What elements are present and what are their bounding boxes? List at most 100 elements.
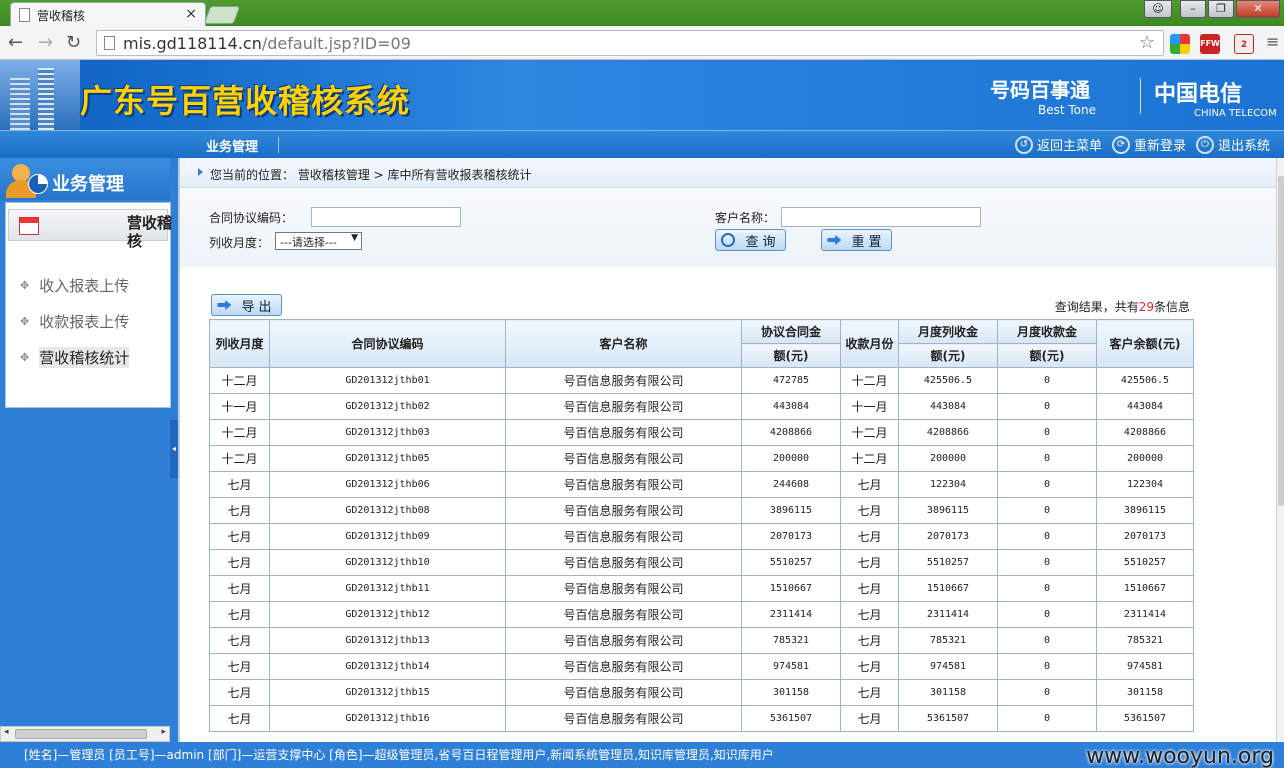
sidebar-hscrollbar[interactable]: ◂ ▸ (0, 726, 170, 742)
table-cell: 七月 (840, 549, 899, 576)
sidebar-panel-header[interactable]: 营收稽核 (8, 209, 172, 250)
table-cell: GD201312jthb15 (269, 679, 506, 706)
main-vscrollbar[interactable] (1276, 158, 1284, 742)
user-icon[interactable]: ☺ (1144, 0, 1172, 18)
col-amount-bottom: 额(元) (741, 343, 841, 368)
table-cell: 号百信息服务有限公司 (505, 549, 742, 576)
table-cell: 5510257 (741, 549, 841, 576)
result-count: 29 (1138, 300, 1154, 314)
sidebar-item-income-upload[interactable]: ✥ 收入报表上传 (20, 275, 129, 296)
menu-business[interactable]: 业务管理 (206, 136, 258, 155)
table-cell: 0 (997, 497, 1097, 524)
menu-icon[interactable]: ≡ (1266, 32, 1279, 51)
besttone-en: Best Tone (1038, 103, 1097, 117)
table-cell: 十二月 (209, 419, 270, 446)
table-cell: 0 (997, 393, 1097, 420)
china-telecom-logo: 中国电信 CHINA TELECOM (1154, 76, 1277, 119)
browser-tab[interactable]: 营收稽核 × (10, 2, 206, 26)
back-arrow-icon[interactable]: ← (8, 32, 23, 53)
reset-button[interactable]: 重置 (821, 229, 892, 251)
table-cell: 号百信息服务有限公司 (505, 653, 742, 680)
forward-arrow-icon[interactable]: → (38, 32, 53, 53)
query-button[interactable]: 查询 (715, 229, 786, 251)
scroll-thumb[interactable] (1278, 176, 1284, 506)
table-cell: 200000 (898, 445, 998, 472)
table-cell: GD201312jthb14 (269, 653, 506, 680)
table-cell: 5510257 (1096, 549, 1194, 576)
scroll-thumb[interactable] (15, 729, 147, 739)
table-cell: GD201312jthb16 (269, 705, 506, 732)
table-cell: 号百信息服务有限公司 (505, 445, 742, 472)
relogin-icon: ⟳ (1111, 135, 1130, 154)
page-icon (104, 36, 115, 50)
table-cell: 2070173 (741, 523, 841, 550)
table-row: 十二月 GD201312jthb01 号百信息服务有限公司 472785 十二月 4255… (209, 367, 1194, 394)
table-cell: GD201312jthb13 (269, 627, 506, 654)
table-cell: GD201312jthb03 (269, 419, 506, 446)
reload-icon[interactable]: ↻ (66, 32, 81, 53)
table-cell: 号百信息服务有限公司 (505, 679, 742, 706)
contract-label: 合同协议编码： (209, 211, 294, 225)
export-button[interactable]: 导出 (211, 294, 282, 316)
extension-icon[interactable] (1170, 34, 1190, 54)
new-tab-button[interactable] (203, 6, 241, 24)
system-title: 广东号百营收稽核系统 (80, 82, 411, 120)
tab-close-icon[interactable]: × (185, 6, 197, 22)
extension-badge: 2 (1240, 40, 1248, 50)
sidebar-item-audit-stats[interactable]: ✥ 营收稽核统计 (20, 347, 130, 368)
table-cell: GD201312jthb12 (269, 601, 506, 628)
customer-input[interactable] (781, 207, 981, 227)
building-graphic (0, 60, 80, 130)
sidebar-collapse-handle[interactable]: ◂ (170, 420, 178, 478)
table-cell: 0 (997, 523, 1097, 550)
col-recv-top: 月度列收金 (898, 319, 998, 344)
table-cell: 七月 (209, 523, 270, 550)
table-cell: GD201312jthb08 (269, 497, 506, 524)
logo-divider (1140, 78, 1141, 114)
sidebar-panel: 营收稽核 ✥ 收入报表上传 ✥ 收款报表上传 ✥ 营收稽核统计 (5, 202, 172, 408)
table-cell: 443084 (898, 393, 998, 420)
browser-titlebar: 营收稽核 × ☺ – ❐ ✕ (0, 0, 1284, 26)
table-cell: GD201312jthb05 (269, 445, 506, 472)
scroll-right-icon[interactable]: ▸ (161, 727, 166, 737)
table-cell: 443084 (741, 393, 841, 420)
table-cell: 785321 (741, 627, 841, 654)
table-cell: 3896115 (898, 497, 998, 524)
table-row: 七月 GD201312jthb15 号百信息服务有限公司 301158 七月 301158… (209, 679, 1194, 706)
table-cell: 号百信息服务有限公司 (505, 393, 742, 420)
table-cell: 十二月 (840, 367, 899, 394)
bookmark-star-icon[interactable]: ☆ (1139, 32, 1155, 53)
calendar-icon (19, 217, 39, 235)
col-amount-top: 协议合同金 (741, 319, 841, 344)
month-select[interactable]: ---请选择--- ▼ (275, 232, 362, 250)
pie-chart-icon (28, 174, 48, 194)
extension-badge-icon[interactable]: 2 (1234, 34, 1254, 54)
back-to-main-link[interactable]: ↺ 返回主菜单 (1014, 135, 1102, 154)
top-links: ↺ 返回主菜单 ⟳ 重新登录 ⏻ 退出系统 (1014, 135, 1270, 154)
table-cell: 七月 (209, 627, 270, 654)
maximize-button[interactable]: ❐ (1208, 0, 1234, 18)
col-paid-bottom: 额(元) (997, 343, 1097, 368)
home-icon: ↺ (1014, 135, 1033, 154)
bullet-icon: ✥ (20, 351, 30, 364)
status-bar: [姓名]—管理员 [员工号]—admin [部门]—运营支撑中心 [角色]—超级… (0, 742, 1284, 769)
ffw-extension-icon[interactable]: FFW (1200, 34, 1220, 54)
close-window-button[interactable]: ✕ (1236, 0, 1280, 18)
bullet-icon: ✥ (20, 279, 30, 292)
table-cell: 七月 (840, 497, 899, 524)
scroll-left-icon[interactable]: ◂ (4, 727, 9, 737)
table-cell: 2311414 (1096, 601, 1194, 628)
table-row: 七月 GD201312jthb10 号百信息服务有限公司 5510257 七月 55102… (209, 549, 1194, 576)
table-cell: 5361507 (1096, 705, 1194, 732)
contract-input[interactable] (311, 207, 461, 227)
logout-link[interactable]: ⏻ 退出系统 (1195, 135, 1270, 154)
table-cell: 号百信息服务有限公司 (505, 471, 742, 498)
relogin-link[interactable]: ⟳ 重新登录 (1111, 135, 1186, 154)
telecom-en: CHINA TELECOM (1194, 108, 1277, 119)
minimize-button[interactable]: – (1180, 0, 1206, 18)
breadcrumb-arrow-icon (198, 168, 203, 176)
address-bar[interactable]: mis.gd118114.cn/default.jsp?ID=09 ☆ (96, 30, 1164, 56)
sidebar-item-payment-upload[interactable]: ✥ 收款报表上传 (20, 311, 129, 332)
table-cell: 0 (997, 445, 1097, 472)
table-cell: 十二月 (840, 445, 899, 472)
